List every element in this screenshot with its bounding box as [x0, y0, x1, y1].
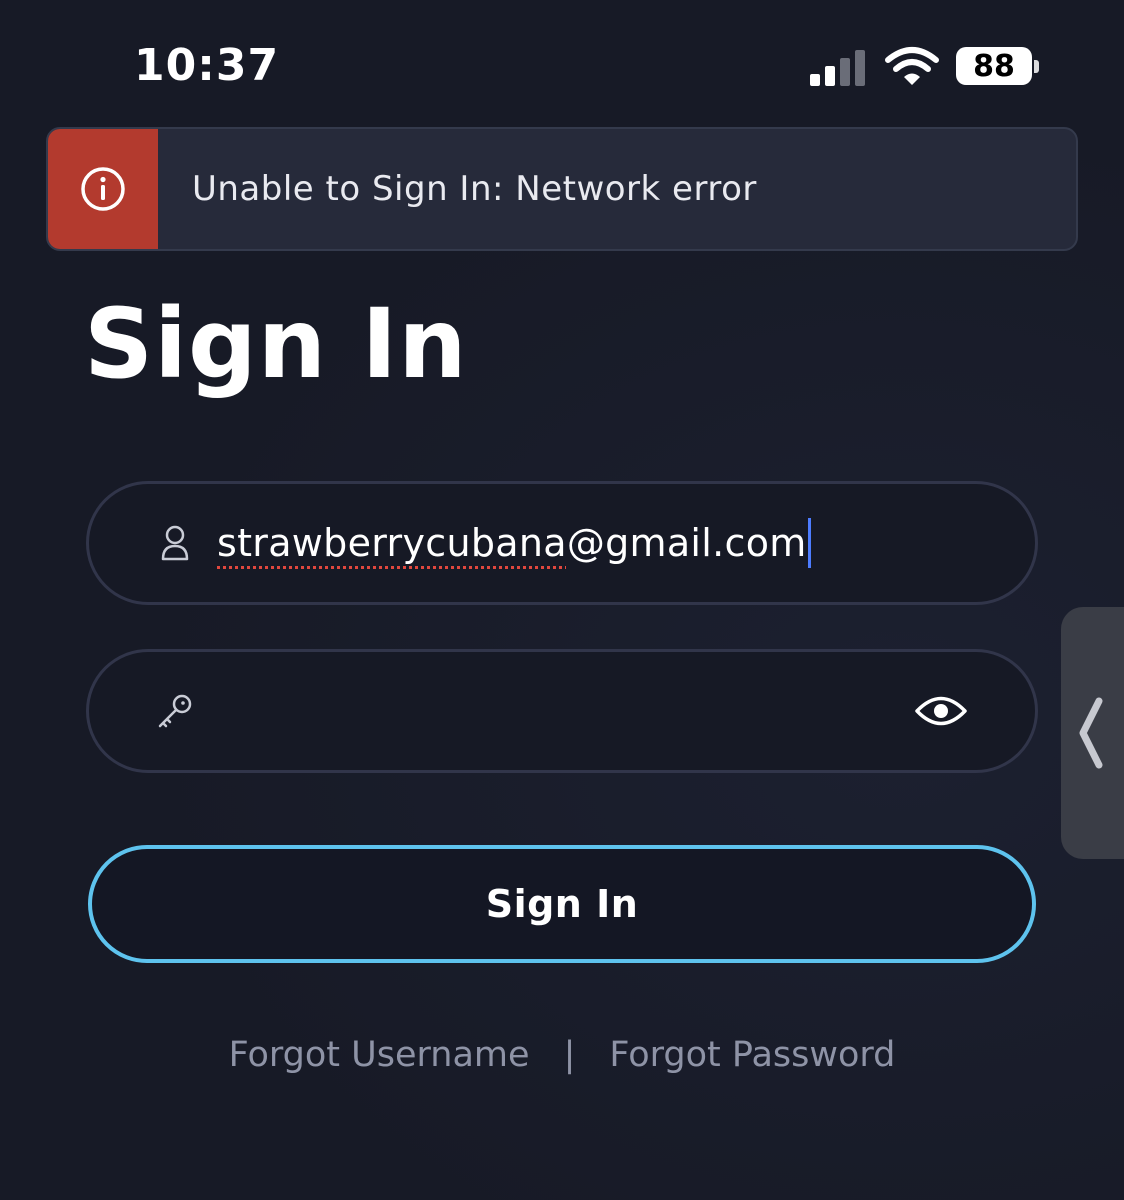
wifi-icon	[885, 47, 939, 85]
page-title: Sign In	[84, 288, 468, 400]
forgot-username-link[interactable]: Forgot Username	[229, 1035, 530, 1075]
password-field[interactable]	[86, 649, 1038, 773]
battery-icon: 88	[956, 47, 1032, 85]
chevron-left-icon	[1079, 697, 1103, 769]
password-input[interactable]	[217, 681, 913, 741]
error-banner: Unable to Sign In: Network error	[46, 127, 1078, 251]
error-message: Unable to Sign In: Network error	[192, 169, 757, 209]
status-bar: 10:37 88	[0, 0, 1124, 130]
side-panel-handle[interactable]	[1061, 607, 1124, 859]
key-icon	[155, 691, 195, 731]
forgot-password-link[interactable]: Forgot Password	[609, 1035, 895, 1075]
forgot-links: Forgot Username | Forgot Password	[0, 1030, 1124, 1080]
battery-level: 88	[973, 48, 1015, 84]
text-caret	[807, 518, 811, 568]
status-time: 10:37	[134, 40, 280, 91]
user-icon	[155, 523, 195, 563]
email-value-misspelled: strawberrycubana	[217, 521, 567, 565]
eye-icon[interactable]	[913, 691, 969, 731]
battery-tip	[1034, 60, 1039, 73]
signal-icon	[810, 50, 865, 86]
email-field[interactable]: strawberrycubana @gmail.com	[86, 481, 1038, 605]
sign-in-button[interactable]: Sign In	[88, 845, 1036, 963]
link-separator: |	[563, 1035, 576, 1075]
email-value-domain: @gmail.com	[566, 521, 807, 565]
sign-in-screen: 10:37 88 Unable to Sign In: Network erro…	[0, 0, 1124, 1200]
error-stripe	[48, 129, 158, 249]
email-input[interactable]: strawberrycubana @gmail.com	[217, 513, 1035, 573]
info-icon	[81, 167, 125, 211]
